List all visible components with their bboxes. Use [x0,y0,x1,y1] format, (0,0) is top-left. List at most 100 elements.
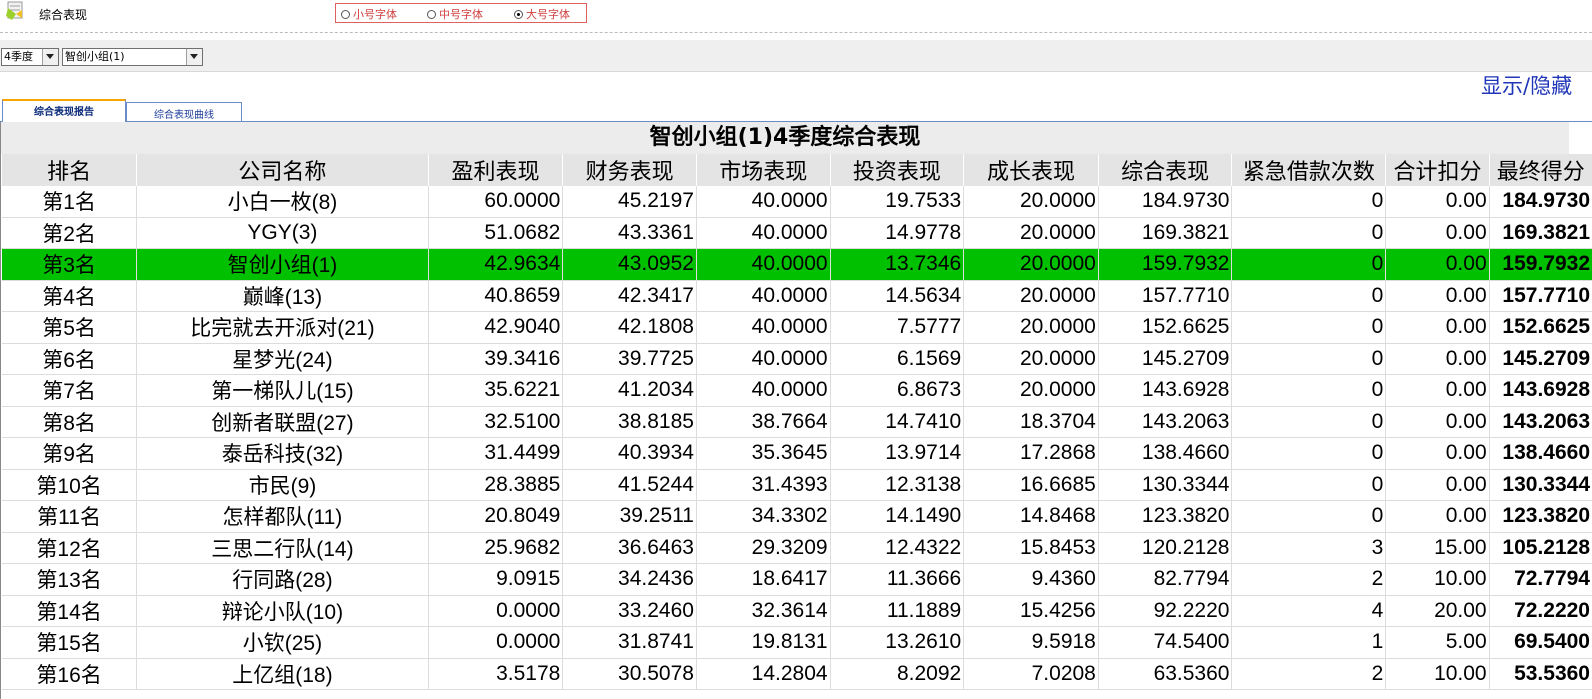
market-cell: 40.0000 [696,343,831,375]
company-cell: 星梦光(24) [136,343,429,375]
invest-cell: 12.3138 [830,469,965,501]
rank-cell: 第15名 [2,626,138,659]
profit-cell: 20.8049 [428,500,564,533]
table-row[interactable]: 第6名 星梦光(24) 39.3416 39.7725 40.0000 6.1569 20.… [2,343,1592,375]
final-score-cell: 123.3820 [1489,500,1592,533]
table-row[interactable]: 第9名 泰岳科技(32) 31.4499 40.3934 35.3645 13.9714 1… [2,437,1592,470]
font-size-medium-radio[interactable]: 中号字体 [427,6,483,22]
col-header-market[interactable]: 市场表现 [696,154,831,186]
overall-cell: 74.5400 [1098,626,1233,659]
group-select[interactable]: 智创小组(1) [62,48,203,66]
invest-cell: 7.5777 [830,311,965,344]
invest-cell: 11.3666 [830,563,965,596]
table-body: 第1名 小白一枚(8) 60.0000 45.2197 40.0000 19.7533 20… [2,186,1592,690]
market-cell: 35.3645 [696,437,831,470]
rank-cell: 第16名 [2,658,138,690]
profit-cell: 39.3416 [428,343,564,375]
company-cell: 创新者联盟(27) [136,406,429,438]
invest-cell: 6.1569 [830,343,965,375]
finance-cell: 45.2197 [562,186,697,218]
finance-cell: 30.5078 [562,658,697,690]
table-row[interactable]: 第14名 辩论小队(10) 0.0000 33.2460 32.3614 11.1889 1… [2,595,1592,627]
company-cell: 小钦(25) [136,626,429,659]
growth-cell: 9.5918 [963,626,1099,659]
profit-cell: 31.4499 [428,437,564,470]
profit-cell: 42.9040 [428,311,564,344]
table-row[interactable]: 第3名 智创小组(1) 42.9634 43.0952 40.0000 13.7346 20… [2,248,1592,281]
col-header-overall[interactable]: 综合表现 [1098,154,1233,186]
table-header-row: 排名 公司名称 盈利表现 财务表现 市场表现 投资表现 成长表现 综合表现 紧急… [2,154,1592,186]
tab-curve[interactable]: 综合表现曲线 [126,102,242,121]
deduct-cell: 0.00 [1385,500,1490,533]
market-cell: 14.2804 [696,658,831,690]
overall-cell: 157.7710 [1098,280,1233,312]
col-header-finance[interactable]: 财务表现 [562,154,697,186]
finance-cell: 39.7725 [562,343,697,375]
rank-cell: 第4名 [2,280,138,312]
quarter-select[interactable]: 4季度 [1,48,59,66]
ranking-table: 排名 公司名称 盈利表现 财务表现 市场表现 投资表现 成长表现 综合表现 紧急… [2,154,1592,690]
growth-cell: 17.2868 [963,437,1099,470]
growth-cell: 15.8453 [963,532,1099,564]
col-header-invest[interactable]: 投资表现 [830,154,965,186]
market-cell: 40.0000 [696,248,831,281]
loans-cell: 2 [1231,658,1387,690]
table-row[interactable]: 第16名 上亿组(18) 3.5178 30.5078 14.2804 8.2092 7.0… [2,658,1592,690]
invest-cell: 13.7346 [830,248,965,281]
growth-cell: 20.0000 [963,248,1099,281]
col-header-final[interactable]: 最终得分 [1489,154,1592,186]
deduct-cell: 0.00 [1385,248,1490,281]
final-score-cell: 184.9730 [1489,186,1592,218]
growth-cell: 20.0000 [963,311,1099,344]
overall-cell: 82.7794 [1098,563,1233,596]
table-row[interactable]: 第8名 创新者联盟(27) 32.5100 38.8185 38.7664 14.7410… [2,406,1592,438]
report-title: 智创小组(1)4季度综合表现 [1,122,1569,154]
table-row[interactable]: 第7名 第一梯队儿(15) 35.6221 41.2034 40.0000 6.8673 2… [2,374,1592,407]
table-row[interactable]: 第12名 三思二行队(14) 25.9682 36.6463 29.3209 12.432… [2,532,1592,564]
col-header-growth[interactable]: 成长表现 [963,154,1099,186]
table-row[interactable]: 第4名 巅峰(13) 40.8659 42.3417 40.0000 14.5634 20.… [2,280,1592,312]
finance-cell: 41.2034 [562,374,697,407]
col-header-rank[interactable]: 排名 [2,154,138,186]
company-cell: 泰岳科技(32) [136,437,429,470]
overall-cell: 138.4660 [1098,437,1233,470]
filter-bar: 4季度 智创小组(1) [0,40,1592,72]
company-cell: 比完就去开派对(21) [136,311,429,344]
table-row[interactable]: 第11名 怎样都队(11) 20.8049 39.2511 34.3302 14.1490… [2,500,1592,533]
overall-cell: 123.3820 [1098,500,1233,533]
profit-cell: 28.3885 [428,469,564,501]
company-cell: 巅峰(13) [136,280,429,312]
table-row[interactable]: 第5名 比完就去开派对(21) 42.9040 42.1808 40.0000 7.577… [2,311,1592,344]
col-header-deduct[interactable]: 合计扣分 [1385,154,1490,186]
table-row[interactable]: 第1名 小白一枚(8) 60.0000 45.2197 40.0000 19.7533 20… [2,186,1592,218]
table-row[interactable]: 第15名 小钦(25) 0.0000 31.8741 19.8131 13.2610 9.5… [2,626,1592,659]
header-divider [0,32,1592,33]
company-cell: 三思二行队(14) [136,532,429,564]
loans-cell: 2 [1231,563,1387,596]
table-row[interactable]: 第2名 YGY(3) 51.0682 43.3361 40.0000 14.9778 20.… [2,217,1592,249]
company-cell: 上亿组(18) [136,658,429,690]
radio-small-icon [341,9,350,19]
growth-cell: 18.3704 [963,406,1099,438]
table-row[interactable]: 第13名 行同路(28) 9.0915 34.2436 18.6417 11.3666 9.… [2,563,1592,596]
col-header-company[interactable]: 公司名称 [136,154,429,186]
top-bar: 综合表现 小号字体 中号字体 大号字体 [0,0,1592,35]
col-header-profit[interactable]: 盈利表现 [428,154,564,186]
finance-cell: 43.0952 [562,248,697,281]
show-hide-link[interactable]: 显示/隐藏 [1481,70,1572,100]
font-size-small-radio[interactable]: 小号字体 [341,6,397,22]
overall-cell: 143.6928 [1098,374,1233,407]
final-score-cell: 145.2709 [1489,343,1592,375]
profit-cell: 40.8659 [428,280,564,312]
growth-cell: 20.0000 [963,374,1099,407]
rank-cell: 第1名 [2,186,138,218]
invest-cell: 6.8673 [830,374,965,407]
tab-report[interactable]: 综合表现报告 [2,99,126,122]
col-header-loans[interactable]: 紧急借款次数 [1231,154,1387,186]
deduct-cell: 0.00 [1385,280,1490,312]
font-size-large-radio[interactable]: 大号字体 [514,6,570,22]
rank-cell: 第13名 [2,563,138,596]
table-row[interactable]: 第10名 市民(9) 28.3885 41.5244 31.4393 12.3138 16.… [2,469,1592,501]
overall-cell: 184.9730 [1098,186,1233,218]
loans-cell: 0 [1231,437,1387,470]
